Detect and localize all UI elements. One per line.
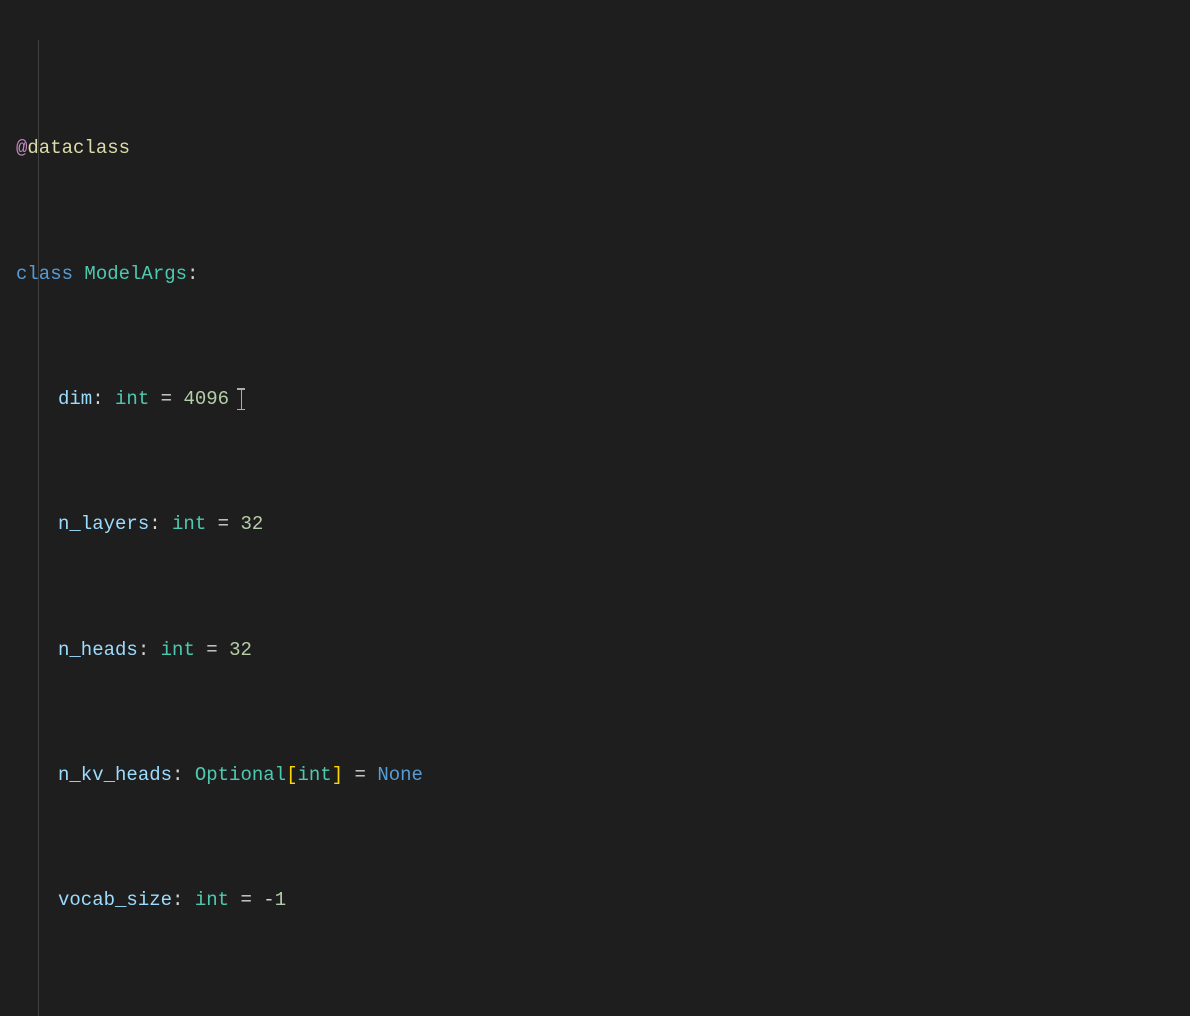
code-line: n_kv_heads: Optional[int] = None bbox=[16, 760, 1190, 791]
field-name: vocab_size bbox=[58, 889, 172, 911]
comment: # make SwiGLU hidden layer size multiple… bbox=[332, 1015, 948, 1016]
decorator-at: @ bbox=[16, 137, 27, 159]
number-literal: 32 bbox=[240, 513, 263, 535]
number-literal: 256 bbox=[275, 1015, 309, 1016]
field-name: dim bbox=[58, 388, 92, 410]
number-literal: 32 bbox=[229, 639, 252, 661]
keyword-class: class bbox=[16, 263, 73, 285]
code-line: multiple_of: int = 256 # make SwiGLU hid… bbox=[16, 1011, 1190, 1016]
type-optional: Optional bbox=[195, 764, 286, 786]
field-name: n_layers bbox=[58, 513, 149, 535]
code-line: n_heads: int = 32 bbox=[16, 635, 1190, 666]
code-line: class ModelArgs: bbox=[16, 259, 1190, 290]
number-literal: 1 bbox=[275, 889, 286, 911]
code-line: @dataclass bbox=[16, 133, 1190, 164]
field-name: multiple_of bbox=[58, 1015, 183, 1016]
code-line: dim: int = 4096 bbox=[16, 384, 1190, 415]
code-line: n_layers: int = 32 bbox=[16, 509, 1190, 540]
field-name: n_kv_heads bbox=[58, 764, 172, 786]
type-int: int bbox=[115, 388, 149, 410]
none-literal: None bbox=[377, 764, 423, 786]
class-name: ModelArgs bbox=[84, 263, 187, 285]
colon: : bbox=[187, 263, 198, 285]
text-cursor bbox=[240, 388, 241, 410]
field-name: n_heads bbox=[58, 639, 138, 661]
code-editor[interactable]: @dataclass class ModelArgs: dim: int = 4… bbox=[0, 0, 1190, 1016]
number-literal: 4096 bbox=[183, 388, 229, 410]
code-line: vocab_size: int = -1 bbox=[16, 885, 1190, 916]
decorator-name: dataclass bbox=[27, 137, 130, 159]
